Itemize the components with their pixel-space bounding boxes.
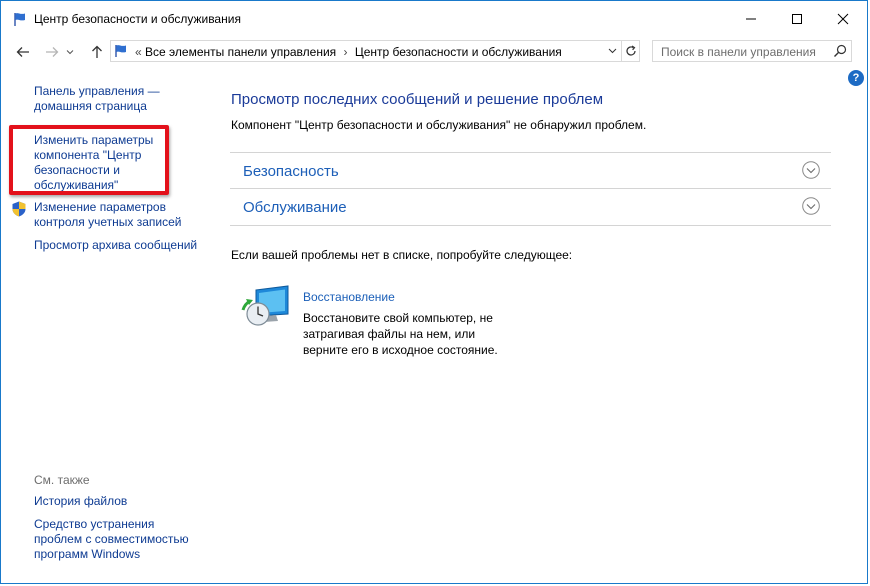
address-dropdown-button[interactable]: [603, 41, 622, 61]
section-label: Обслуживание: [243, 199, 347, 216]
section-label: Безопасность: [243, 163, 339, 180]
minimize-button[interactable]: [728, 1, 774, 37]
up-arrow-icon: [92, 45, 102, 58]
search-icon[interactable]: [833, 44, 847, 58]
recovery-description-line: Восстановите свой компьютер, не: [303, 311, 493, 325]
sidebar-item-compat[interactable]: Средство устранения проблем с совместимо…: [34, 517, 189, 562]
minimize-icon: [746, 18, 756, 20]
sidebar-item-file-history[interactable]: История файлов: [34, 494, 127, 509]
sidebar-item-archive[interactable]: Просмотр архива сообщений: [34, 238, 197, 253]
sidebar-item-uac[interactable]: Изменение параметров контроля учетных за…: [34, 200, 181, 230]
sidebar-item-label: контроля учетных записей: [34, 215, 182, 229]
sidebar-item-label: проблем с совместимостью: [34, 532, 189, 546]
back-arrow-icon: [16, 47, 29, 57]
sidebar-item-label: Панель управления —: [34, 84, 160, 98]
close-button[interactable]: [820, 1, 866, 37]
close-icon: [837, 13, 849, 25]
status-message: Компонент "Центр безопасности и обслужив…: [231, 118, 647, 132]
address-bar[interactable]: « Все элементы панели управления › Центр…: [110, 40, 640, 62]
see-also-heading: См. также: [34, 473, 90, 487]
suggestion-text: Если вашей проблемы нет в списке, попроб…: [231, 248, 573, 262]
shield-icon: [12, 201, 26, 217]
maximize-icon: [792, 14, 802, 24]
forward-arrow-icon: [46, 47, 59, 57]
flag-icon: [115, 45, 126, 57]
title-bar: Центр безопасности и обслуживания: [1, 1, 867, 37]
recovery-description-line: верните его в исходное состояние.: [303, 343, 498, 357]
navigation-bar: « Все элементы панели управления › Центр…: [1, 37, 867, 67]
search-box[interactable]: [652, 40, 852, 63]
sidebar-item-label: Средство устранения: [34, 517, 155, 531]
window-title: Центр безопасности и обслуживания: [34, 12, 241, 26]
flag-icon: [14, 13, 25, 26]
chevron-down-icon: [66, 50, 74, 55]
help-icon[interactable]: ?: [848, 70, 864, 86]
window: Центр безопасности и обслуживания « Все …: [0, 0, 868, 584]
refresh-icon: [626, 45, 636, 56]
recovery-icon: [241, 285, 289, 326]
up-button[interactable]: [86, 41, 108, 63]
highlight-frame: [9, 125, 169, 195]
chevron-down-icon[interactable]: [802, 161, 820, 179]
sidebar-item-label: Изменение параметров: [34, 200, 166, 214]
breadcrumb-current[interactable]: Центр безопасности и обслуживания: [355, 45, 562, 59]
breadcrumb-overflow[interactable]: «: [135, 45, 142, 59]
chevron-down-icon[interactable]: [802, 197, 820, 215]
back-button[interactable]: [12, 41, 34, 63]
section-security[interactable]: Безопасность: [230, 152, 831, 189]
sidebar-item-label: программ Windows: [34, 547, 141, 561]
recovery-description-line: затрагивая файлы на нем, или: [303, 327, 476, 341]
forward-button[interactable]: [41, 41, 63, 63]
sidebar-item-home[interactable]: Панель управления — домашняя страница: [34, 84, 160, 114]
chevron-down-icon: [608, 48, 616, 54]
section-maintenance[interactable]: Обслуживание: [230, 188, 831, 226]
maximize-button[interactable]: [774, 1, 820, 37]
breadcrumb-separator[interactable]: ›: [344, 45, 348, 59]
sidebar-item-label: домашняя страница: [34, 99, 147, 113]
recovery-link[interactable]: Восстановление: [303, 290, 395, 304]
refresh-button[interactable]: [622, 41, 640, 61]
breadcrumb: « Все элементы панели управления › Центр…: [135, 45, 562, 59]
search-input[interactable]: [653, 41, 838, 63]
breadcrumb-all-items[interactable]: Все элементы панели управления: [145, 45, 336, 59]
recovery-description: Восстановите свой компьютер, не затрагив…: [303, 310, 513, 358]
recent-dropdown[interactable]: [63, 41, 77, 63]
page-title: Просмотр последних сообщений и решение п…: [231, 91, 604, 108]
